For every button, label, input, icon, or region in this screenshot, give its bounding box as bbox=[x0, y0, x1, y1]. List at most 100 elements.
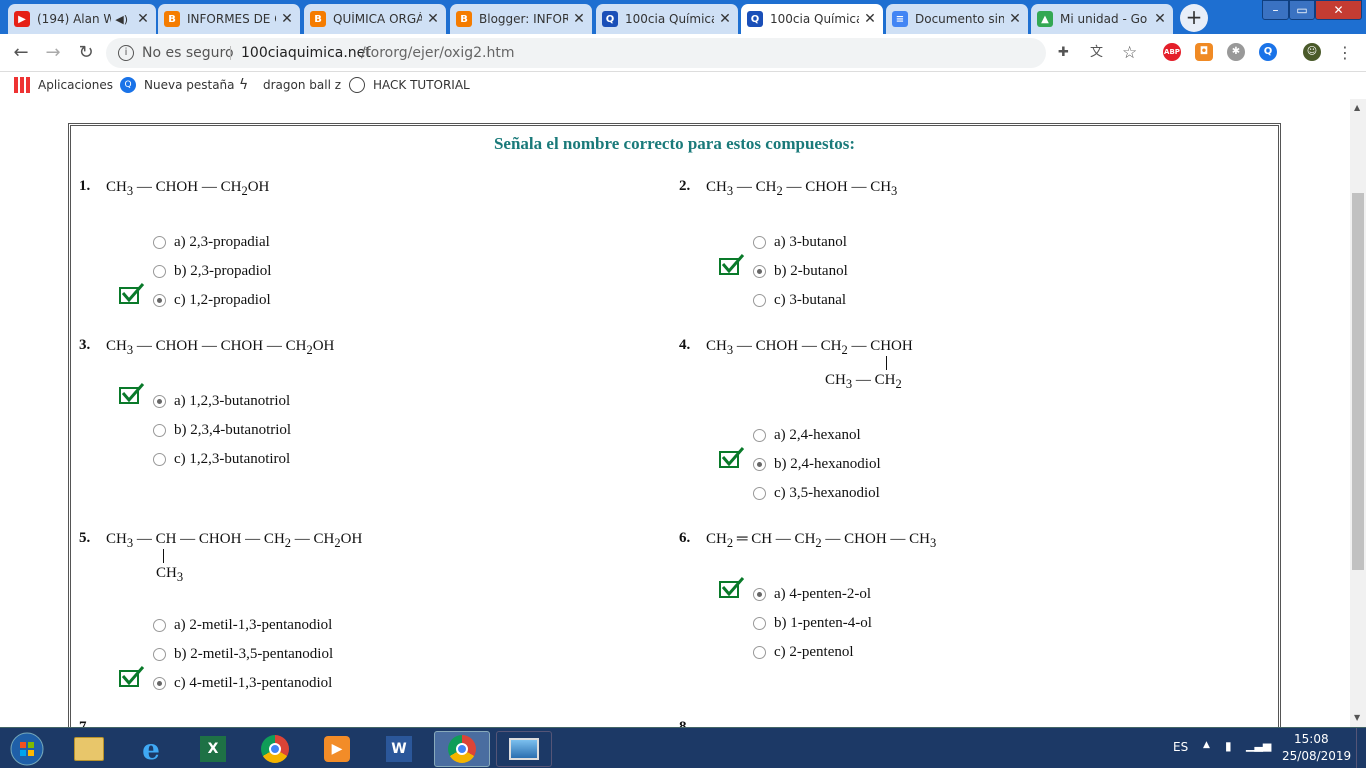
tab-100cia-1[interactable]: Q 100cia Química ✕ bbox=[596, 4, 738, 34]
adblock-icon[interactable]: ABP bbox=[1163, 43, 1181, 61]
photo-viewer-taskbar-button[interactable] bbox=[496, 731, 552, 767]
clock-date[interactable]: 25/08/2019 bbox=[1282, 749, 1351, 763]
scroll-down-arrow-icon[interactable]: ▼ bbox=[1354, 713, 1360, 722]
option-3c[interactable]: c) 1,2,3-butanotirol bbox=[153, 451, 290, 468]
chrome-active-taskbar-button[interactable] bbox=[434, 731, 490, 767]
radio-button[interactable] bbox=[753, 236, 766, 249]
radio-button[interactable] bbox=[753, 265, 766, 278]
close-icon[interactable]: ✕ bbox=[426, 11, 440, 27]
media-player-taskbar-button[interactable]: ▶ bbox=[310, 731, 364, 767]
option-4a[interactable]: a) 2,4-hexanol bbox=[753, 427, 861, 444]
info-icon[interactable]: i bbox=[118, 45, 134, 61]
explorer-taskbar-button[interactable] bbox=[62, 731, 116, 767]
option-1a[interactable]: a) 2,3-propadial bbox=[153, 234, 270, 251]
radio-button[interactable] bbox=[753, 588, 766, 601]
language-indicator[interactable]: ES bbox=[1173, 740, 1188, 754]
q-extension-icon[interactable]: Q bbox=[1259, 43, 1277, 61]
radio-button[interactable] bbox=[153, 424, 166, 437]
maximize-button[interactable]: ▭ bbox=[1289, 0, 1315, 20]
radio-button[interactable] bbox=[153, 677, 166, 690]
close-icon[interactable]: ✕ bbox=[280, 11, 294, 27]
option-2c[interactable]: c) 3-butanal bbox=[753, 292, 846, 309]
close-window-button[interactable]: ✕ bbox=[1315, 0, 1362, 20]
option-4c[interactable]: c) 3,5-hexanodiol bbox=[753, 485, 880, 502]
question-number: 5. bbox=[79, 530, 91, 546]
start-button[interactable] bbox=[2, 731, 52, 767]
radio-button[interactable] bbox=[753, 294, 766, 307]
bookmark-apps[interactable]: Aplicaciones bbox=[14, 77, 113, 93]
shopping-bag-icon[interactable]: ◘ bbox=[1195, 43, 1213, 61]
bookmark-hack-tutorial[interactable]: HACK TUTORIAL bbox=[349, 77, 470, 93]
tab-informes[interactable]: B INFORMES DE Q ✕ bbox=[158, 4, 300, 34]
radio-button[interactable] bbox=[753, 617, 766, 630]
network-signal-icon[interactable]: ▁▃▅ bbox=[1246, 739, 1271, 752]
radio-button[interactable] bbox=[153, 294, 166, 307]
translate-icon[interactable]: 文 bbox=[1090, 38, 1103, 68]
radio-button[interactable] bbox=[153, 453, 166, 466]
reload-button[interactable]: ↻ bbox=[75, 42, 97, 64]
extension-puzzle-icon[interactable]: ✚ bbox=[1058, 38, 1069, 68]
clock-time[interactable]: 15:08 bbox=[1294, 732, 1329, 746]
show-hidden-icons-arrow-icon[interactable]: ▲ bbox=[1203, 740, 1210, 750]
close-icon[interactable]: ✕ bbox=[1008, 11, 1022, 27]
scroll-up-arrow-icon[interactable]: ▲ bbox=[1354, 103, 1360, 112]
radio-button[interactable] bbox=[753, 429, 766, 442]
scrollbar[interactable]: ▲ ▼ bbox=[1350, 99, 1366, 727]
avatar[interactable]: ☺ bbox=[1303, 43, 1321, 61]
forward-button[interactable]: → bbox=[42, 42, 64, 64]
option-label: b) 2-metil-3,5-pentanodiol bbox=[174, 646, 334, 662]
tab-drive[interactable]: ▲ Mi unidad - Go ✕ bbox=[1031, 4, 1173, 34]
option-3b[interactable]: b) 2,3,4-butanotriol bbox=[153, 422, 291, 439]
option-4b[interactable]: b) 2,4-hexanodiol bbox=[753, 456, 881, 473]
option-1b[interactable]: b) 2,3-propadiol bbox=[153, 263, 271, 280]
option-5c[interactable]: c) 4-metil-1,3-pentanodiol bbox=[153, 675, 332, 692]
close-icon[interactable]: ✕ bbox=[572, 11, 586, 27]
option-5b[interactable]: b) 2-metil-3,5-pentanodiol bbox=[153, 646, 333, 663]
browser-tab-strip: ▶ (194) Alan W ◀) ✕ B INFORMES DE Q ✕ B … bbox=[0, 0, 1366, 34]
close-icon[interactable]: ✕ bbox=[718, 11, 732, 27]
close-icon[interactable]: ✕ bbox=[136, 11, 150, 27]
show-desktop-button[interactable] bbox=[1356, 728, 1366, 768]
excel-taskbar-button[interactable]: X bbox=[186, 731, 240, 767]
option-1c[interactable]: c) 1,2-propadiol bbox=[153, 292, 271, 309]
url-path[interactable]: /fororg/ejer/oxig2.htm bbox=[361, 38, 514, 68]
new-tab-button[interactable]: + bbox=[1180, 4, 1208, 32]
option-6a[interactable]: a) 4-penten-2-ol bbox=[753, 586, 871, 603]
close-icon[interactable]: ✕ bbox=[1153, 11, 1167, 27]
menu-dots-icon[interactable]: ⋮ bbox=[1334, 42, 1356, 64]
option-5a[interactable]: a) 2-metil-1,3-pentanodiol bbox=[153, 617, 332, 634]
tab-blogger[interactable]: B Blogger: INFOR ✕ bbox=[450, 4, 592, 34]
radio-button[interactable] bbox=[753, 458, 766, 471]
radio-button[interactable] bbox=[153, 395, 166, 408]
tab-100cia-active[interactable]: Q 100cia Química ✕ bbox=[741, 4, 883, 34]
option-6b[interactable]: b) 1-penten-4-ol bbox=[753, 615, 872, 632]
minimize-button[interactable]: – bbox=[1262, 0, 1289, 20]
option-6c[interactable]: c) 2-pentenol bbox=[753, 644, 854, 661]
tab-youtube[interactable]: ▶ (194) Alan W ◀) ✕ bbox=[8, 4, 156, 34]
close-icon[interactable]: ✕ bbox=[863, 11, 877, 27]
address-bar[interactable]: i No es seguro 100ciaquimica.net /fororg… bbox=[106, 38, 1137, 68]
scrollbar-thumb[interactable] bbox=[1352, 193, 1364, 570]
radio-button[interactable] bbox=[153, 619, 166, 632]
url-host[interactable]: 100ciaquimica.net bbox=[241, 38, 371, 68]
bookmark-dragon-ball[interactable]: ϟ dragon ball z bbox=[239, 77, 341, 93]
back-button[interactable]: ← bbox=[10, 42, 32, 64]
battery-icon[interactable]: ▮ bbox=[1225, 739, 1232, 753]
tab-quimica-organica[interactable]: B QUÍMICA ORGÁ ✕ bbox=[304, 4, 446, 34]
radio-button[interactable] bbox=[753, 487, 766, 500]
tab-documento[interactable]: ≡ Documento sin ✕ bbox=[886, 4, 1028, 34]
option-3a[interactable]: a) 1,2,3-butanotriol bbox=[153, 393, 290, 410]
radio-button[interactable] bbox=[153, 648, 166, 661]
option-2a[interactable]: a) 3-butanol bbox=[753, 234, 847, 251]
security-label[interactable]: No es seguro bbox=[142, 38, 234, 68]
bookmark-nueva-pestana[interactable]: Q Nueva pestaña bbox=[120, 77, 235, 93]
chrome-taskbar-button[interactable] bbox=[248, 731, 302, 767]
word-taskbar-button[interactable]: W bbox=[372, 731, 426, 767]
radio-button[interactable] bbox=[153, 265, 166, 278]
ie-taskbar-button[interactable]: e bbox=[124, 731, 178, 767]
radio-button[interactable] bbox=[153, 236, 166, 249]
option-2b[interactable]: b) 2-butanol bbox=[753, 263, 848, 280]
star-icon[interactable]: ☆ bbox=[1122, 38, 1137, 68]
gear-extension-icon[interactable]: ✱ bbox=[1227, 43, 1245, 61]
radio-button[interactable] bbox=[753, 646, 766, 659]
